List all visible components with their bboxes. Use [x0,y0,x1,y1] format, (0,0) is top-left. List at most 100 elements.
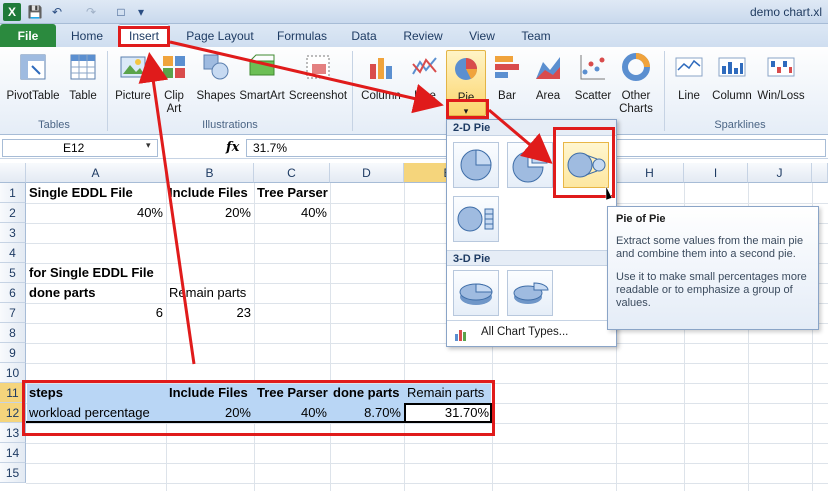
sparkline-column-label: Column [712,90,752,102]
sparkline-column-button[interactable]: Column [710,52,754,103]
row-header[interactable]: 4 [0,243,26,263]
pivottable-icon [20,54,46,80]
tab-review[interactable]: Review [394,24,452,47]
annotation-data-range [22,380,495,436]
sparkline-line-button[interactable]: Line [670,52,708,103]
screenshot-icon [306,55,330,79]
row-header[interactable]: 2 [0,203,26,223]
cell-b7[interactable]: 23 [166,303,254,323]
column-chart-button[interactable]: Column [358,52,404,103]
sparkline-line-label: Line [678,90,700,102]
row-header[interactable]: 5 [0,263,26,283]
table-icon [70,54,96,80]
sparkline-winloss-button[interactable]: Win/Loss [756,52,806,103]
tab-view[interactable]: View [458,24,506,47]
gridline [26,343,828,344]
pie-option-3d-exploded[interactable] [507,270,553,316]
column-header-d[interactable]: D [330,163,404,183]
line-chart-button[interactable]: Line [406,52,444,103]
area-chart-button[interactable]: Area [528,52,568,103]
all-chart-types-link[interactable]: All Chart Types... [481,326,568,338]
area-chart-icon [536,57,560,79]
clip-art-label-1: Clip [164,90,184,102]
column-header-k[interactable] [812,163,828,183]
tab-data[interactable]: Data [340,24,388,47]
gridline [26,463,828,464]
scatter-chart-button[interactable]: Scatter [570,52,616,103]
pie-option-exploded[interactable] [507,142,553,188]
pie-option-3d-pie[interactable] [453,270,499,316]
save-icon[interactable]: 💾 [26,3,44,21]
name-box[interactable]: E12 [2,139,158,157]
row-header[interactable]: 9 [0,343,26,363]
group-label-illustrations: Illustrations [202,119,258,131]
new-document-icon[interactable]: □ [114,3,128,21]
tab-file[interactable]: File [0,24,56,47]
exploded-pie-3d-icon [513,282,549,304]
other-charts-button[interactable]: Other Charts [616,52,656,116]
picture-button[interactable]: Picture [112,52,154,103]
tab-team[interactable]: Team [512,24,560,47]
table-button[interactable]: Table [64,52,102,103]
smartart-button[interactable]: SmartArt [238,52,286,103]
cell-c1[interactable]: Tree Parser [254,183,330,203]
cell-a7[interactable]: 6 [26,303,166,323]
cell-a5[interactable]: for Single EDDL File [26,263,166,283]
gridline [330,183,331,491]
row-header[interactable]: 7 [0,303,26,323]
gridline [254,183,255,491]
excel-logo-icon[interactable]: X [3,3,21,21]
clip-art-button[interactable]: Clip Art [158,52,190,116]
cell-b2[interactable]: 20% [166,203,254,223]
group-separator [107,51,108,131]
select-all-corner[interactable] [0,163,26,183]
row-header[interactable]: 8 [0,323,26,343]
pie-2d-icon [460,149,492,181]
column-header-b[interactable]: B [166,163,254,183]
cell-a6[interactable]: done parts [26,283,166,303]
cell-a1[interactable]: Single EDDL File [26,183,166,203]
scatter-chart-icon [580,55,605,80]
tab-formulas[interactable]: Formulas [268,24,336,47]
column-header-a[interactable]: A [26,163,166,183]
redo-icon[interactable]: ↷ [82,3,100,21]
smartart-label: SmartArt [239,90,285,102]
bar-of-pie-icon [457,206,494,232]
column-header-i[interactable]: I [684,163,748,183]
column-header-h[interactable]: H [616,163,684,183]
customize-toolbar-icon[interactable]: ▾ [134,3,148,21]
pie-option-bar-of-pie[interactable] [453,196,499,242]
cell-b1[interactable]: Include Files [166,183,254,203]
tab-page-layout[interactable]: Page Layout [178,24,262,47]
undo-icon[interactable]: ↶ [48,3,66,21]
row-header[interactable]: 6 [0,283,26,303]
pie-3d-icon [459,283,493,305]
gridline [404,183,405,491]
row-header[interactable]: 14 [0,443,26,463]
cell-c2[interactable]: 40% [254,203,330,223]
title-bar: X 💾 ↶ ↷ □ ▾ demo chart.xl [0,0,828,24]
pie-option-pie[interactable] [453,142,499,188]
name-box-dropdown-icon[interactable]: ▾ [146,140,151,151]
sparkline-winloss-icon [767,57,795,77]
sparkline-winloss-label: Win/Loss [757,90,805,102]
row-header[interactable]: 3 [0,223,26,243]
pivottable-button[interactable]: PivotTable [4,52,62,103]
cell-b6[interactable]: Remain parts [166,283,254,303]
insert-function-icon[interactable]: fx [226,140,239,155]
bar-chart-button[interactable]: Bar [490,52,524,103]
exploded-pie-icon [512,147,548,183]
bar-chart-icon [495,56,519,78]
screenshot-button[interactable]: Screenshot [288,52,348,103]
tab-home[interactable]: Home [62,24,112,47]
column-header-c[interactable]: C [254,163,330,183]
row-header[interactable]: 15 [0,463,26,483]
pie-chart-icon [455,58,478,80]
all-chart-types-icon [453,326,469,342]
column-header-j[interactable]: J [748,163,812,183]
cell-a2[interactable]: 40% [26,203,166,223]
sparkline-line-icon [675,57,703,77]
screenshot-label: Screenshot [288,90,348,102]
shapes-button[interactable]: Shapes [194,52,238,103]
row-header[interactable]: 1 [0,183,26,203]
